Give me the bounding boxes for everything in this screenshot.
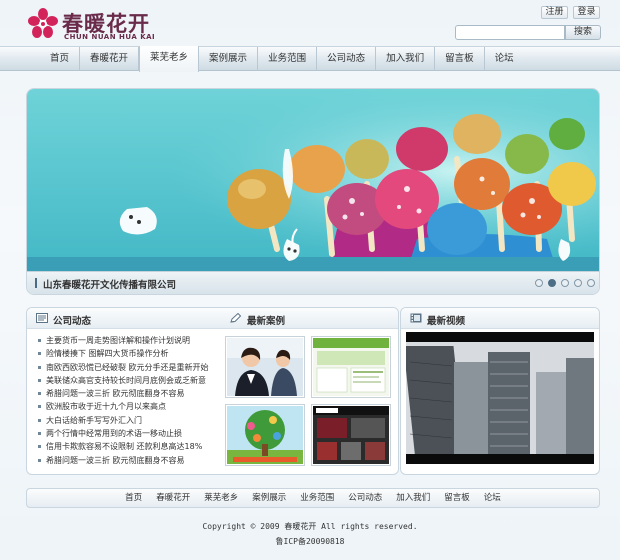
flower-logo-icon	[28, 8, 58, 38]
cases-panel: 最新案例	[221, 307, 399, 475]
green-website-screenshot	[313, 338, 389, 396]
nav-item-join-us[interactable]: 加入我们	[376, 47, 436, 71]
news-icon	[36, 313, 48, 323]
case-thumbnail[interactable]	[225, 404, 305, 466]
news-item[interactable]: 两个行情中经常用到的术语一移动止损	[37, 427, 221, 440]
nav-item-cases[interactable]: 案例展示	[199, 47, 259, 71]
news-panel-header: 公司动态	[27, 308, 222, 329]
news-item[interactable]: 南欧西欧恐慌已经破裂 欧元分手还是重新开始	[37, 361, 221, 374]
site-logo[interactable]: 春暖花开 CHUN NUAN HUA KAI	[28, 8, 188, 44]
pencil-icon	[230, 313, 242, 323]
slider-dot-1[interactable]	[535, 279, 543, 287]
film-icon	[410, 313, 422, 323]
news-item[interactable]: 希腊问题一波三折 欧元彻底翻身不容易	[37, 454, 221, 467]
news-panel: 公司动态 主要货币一周走势图详解和操作计划说明 险情楼揍下 图解四大货币操作分析…	[26, 307, 222, 475]
video-player[interactable]	[406, 332, 594, 464]
news-item[interactable]: 欧洲股市收于近十九个月以来高点	[37, 400, 221, 413]
video-panel-header: 最新视频	[401, 308, 599, 329]
banner-caption-title: 山东春暖花开文化传播有限公司	[34, 277, 176, 291]
banner-slider: 山东春暖花开文化传播有限公司	[26, 88, 600, 295]
footer-link-chunnuanhuakai[interactable]: 春暖花开	[156, 489, 190, 507]
footer-nav: 首页 春暖花开 莱芜老乡 案例展示 业务范围 公司动态 加入我们 留言板 论坛	[26, 488, 600, 508]
nav-item-chunnuanhuakai[interactable]: 春暖花开	[80, 47, 140, 71]
footer-link-guestbook[interactable]: 留言板	[444, 489, 470, 507]
news-item[interactable]: 信用卡欺款容易不设限制 还款利息高达18%	[37, 440, 221, 453]
slider-dot-5[interactable]	[587, 279, 595, 287]
footer-link-cases[interactable]: 案例展示	[252, 489, 286, 507]
slider-dot-4[interactable]	[574, 279, 582, 287]
business-people-photo	[227, 338, 303, 396]
banner-caption-bar: 山东春暖花开文化传播有限公司	[27, 271, 599, 294]
news-item[interactable]: 险情楼揍下 图解四大货币操作分析	[37, 347, 221, 360]
case-thumbnail[interactable]	[311, 336, 391, 398]
footer-link-forum[interactable]: 论坛	[484, 489, 501, 507]
nav-item-laiwu-laoxiang[interactable]: 莱芜老乡	[139, 46, 200, 72]
nav-item-business[interactable]: 业务范围	[258, 47, 318, 71]
icp-text: 鲁ICP备20090818	[275, 537, 345, 546]
register-link[interactable]: 注册	[541, 6, 568, 19]
logo-name-en: CHUN NUAN HUA KAI	[64, 33, 156, 41]
news-panel-title: 公司动态	[53, 316, 92, 327]
news-item[interactable]: 美联储众高官支持较长时间月底例会或乏新意	[37, 374, 221, 387]
slider-dot-3[interactable]	[561, 279, 569, 287]
nav-item-home[interactable]: 首页	[40, 47, 81, 71]
cases-panel-title: 最新案例	[247, 316, 286, 327]
nav-item-forum[interactable]: 论坛	[485, 47, 524, 71]
news-item[interactable]: 主要货币一周走势图详解和操作计划说明	[37, 334, 221, 347]
nav-item-guestbook[interactable]: 留言板	[435, 47, 485, 71]
video-panel: 最新视频	[400, 307, 600, 475]
footer-link-join-us[interactable]: 加入我们	[396, 489, 430, 507]
dick-website-screenshot	[313, 406, 389, 464]
login-link[interactable]: 登录	[573, 6, 600, 19]
case-thumbnail[interactable]	[311, 404, 391, 466]
slider-dots	[535, 279, 595, 287]
footer-link-news[interactable]: 公司动态	[348, 489, 382, 507]
copyright-text: Copyright © 2009 春暖花开 All rights reserve…	[202, 522, 418, 531]
cases-panel-header: 最新案例	[221, 308, 398, 329]
footer-link-home[interactable]: 首页	[125, 489, 142, 507]
banner-image[interactable]	[27, 89, 599, 271]
footer-link-laiwu-laoxiang[interactable]: 莱芜老乡	[204, 489, 238, 507]
case-thumbnail[interactable]	[225, 336, 305, 398]
cartoon-tree-poster	[227, 406, 303, 464]
news-item[interactable]: 大白话给新手写写外汇入门	[37, 414, 221, 427]
video-panel-title: 最新视频	[427, 316, 466, 327]
nav-item-news[interactable]: 公司动态	[317, 47, 377, 71]
search-button[interactable]: 搜索	[565, 25, 601, 40]
news-list: 主要货币一周走势图详解和操作计划说明 险情楼揍下 图解四大货币操作分析 南欧西欧…	[37, 334, 221, 467]
news-item[interactable]: 希腊问题一波三折 欧元彻底翻身不容易	[37, 387, 221, 400]
main-nav: 首页 春暖花开 莱芜老乡 案例展示 业务范围 公司动态 加入我们 留言板 论坛	[0, 46, 620, 72]
slider-dot-2[interactable]	[548, 279, 556, 287]
footer-link-business[interactable]: 业务范围	[300, 489, 334, 507]
search-input[interactable]	[455, 25, 565, 40]
